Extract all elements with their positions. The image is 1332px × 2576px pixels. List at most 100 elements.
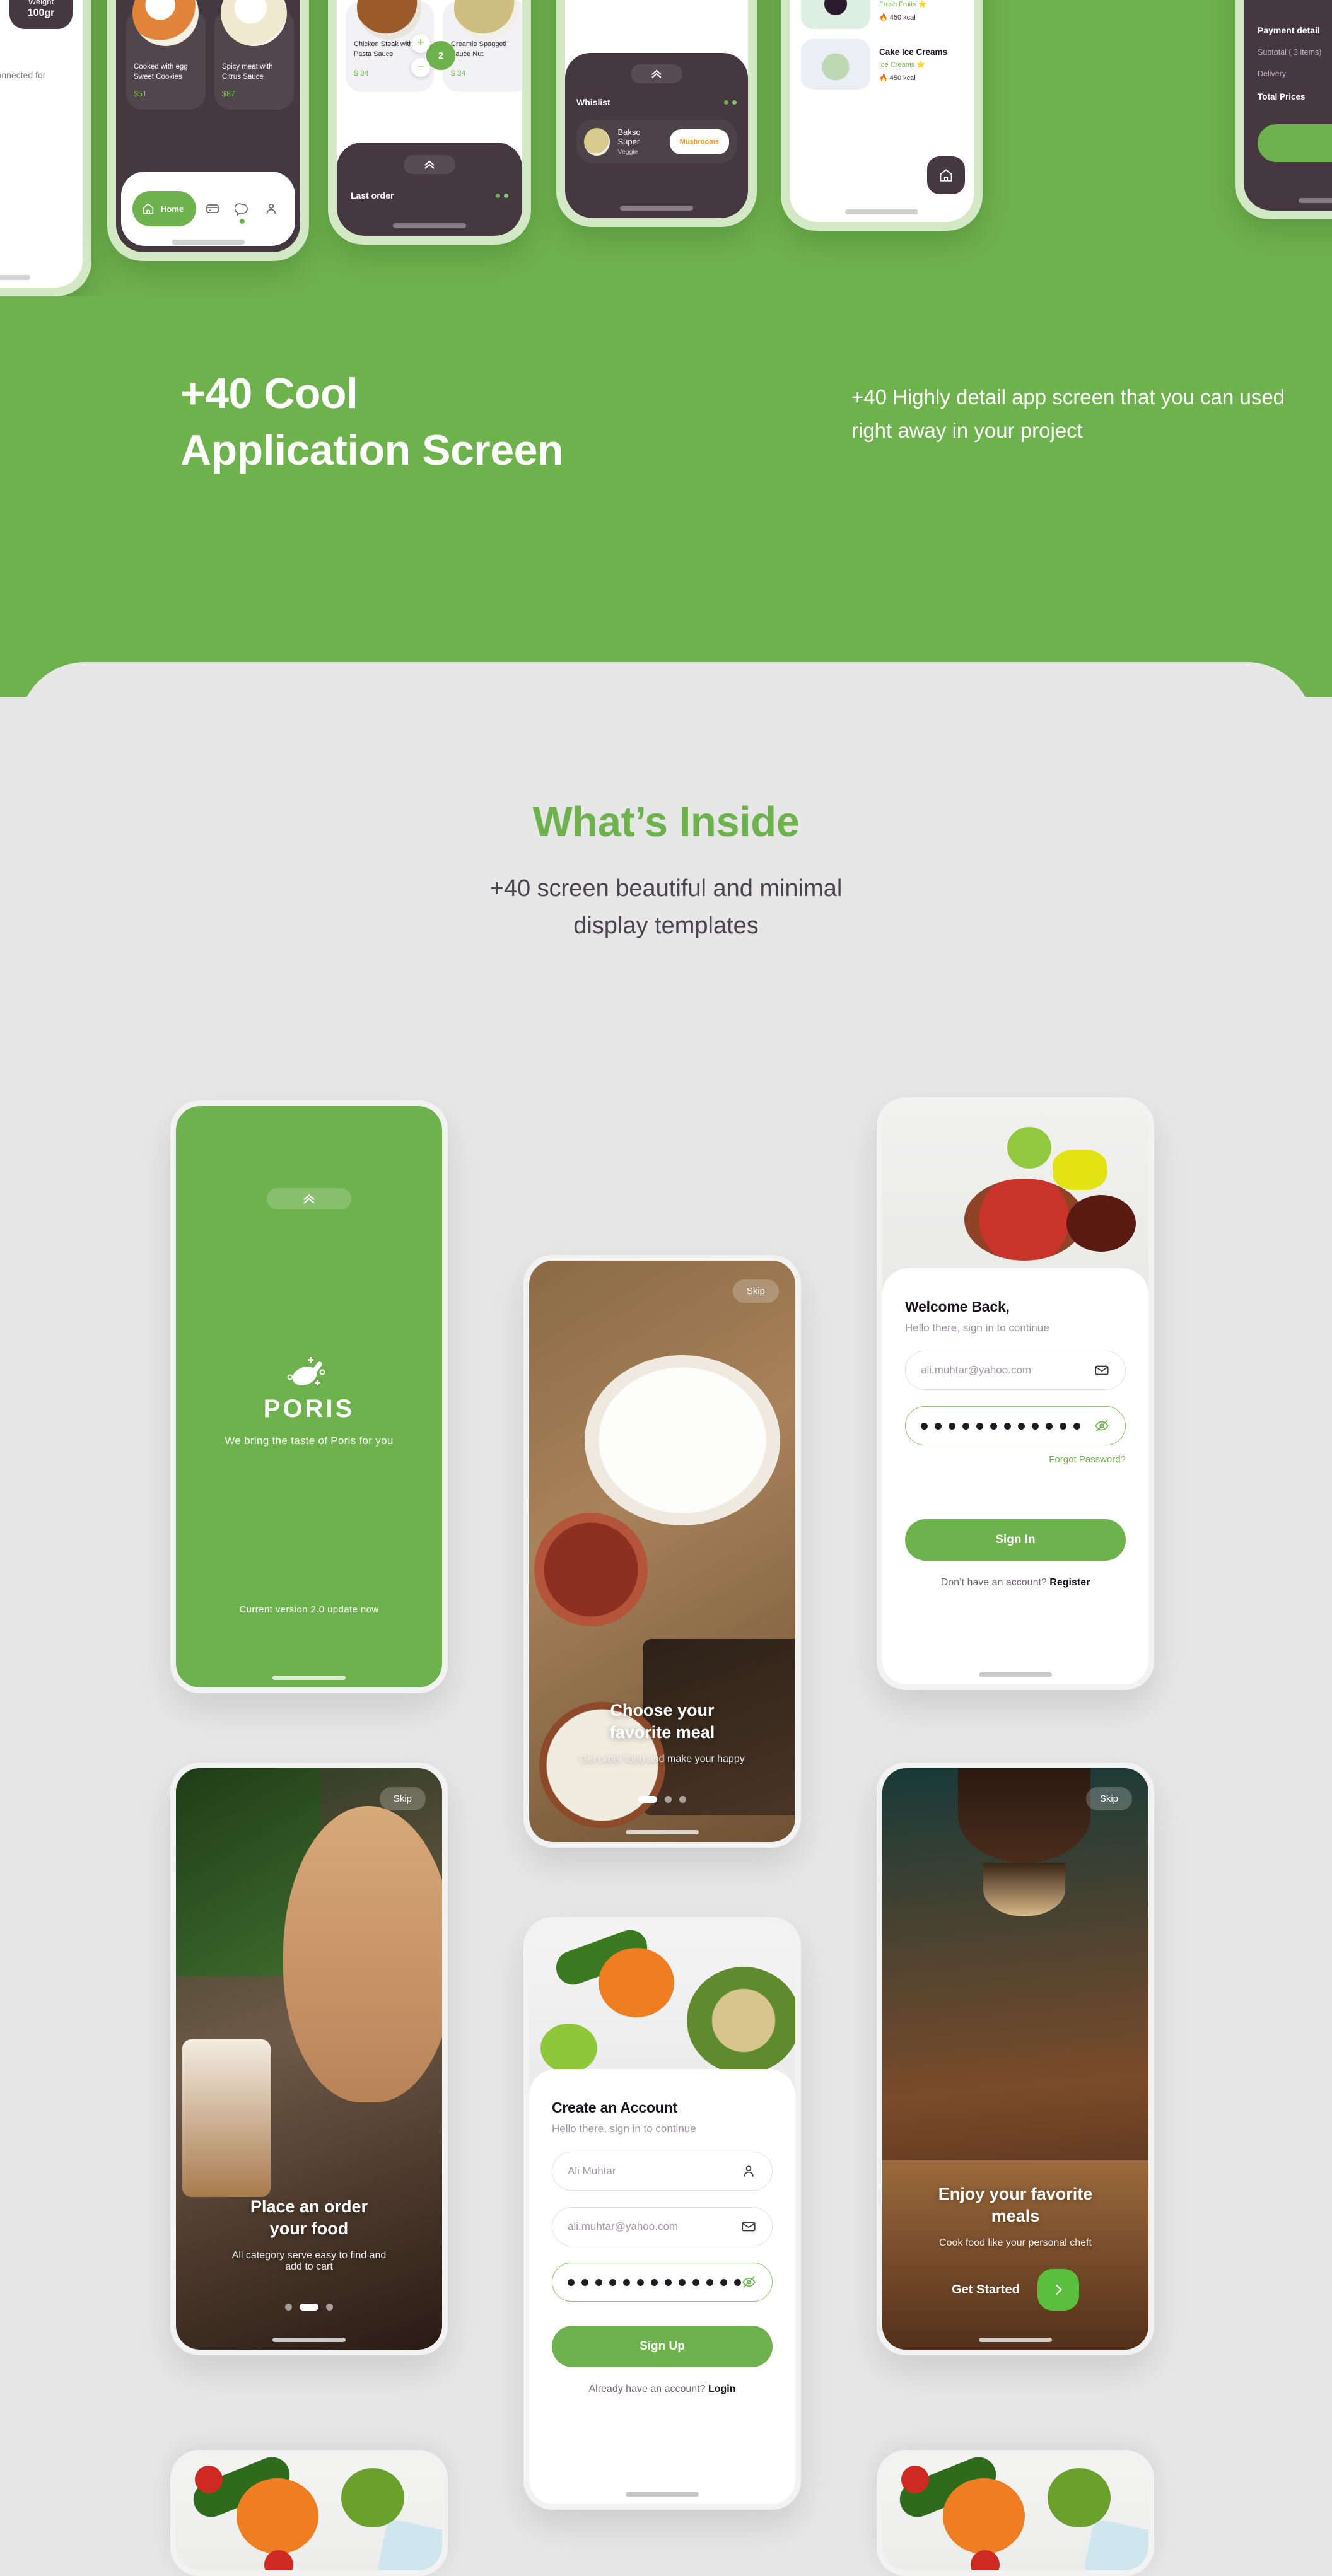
skip-button[interactable]: Skip	[379, 1787, 426, 1810]
bottom-navigation[interactable]: Home	[121, 172, 295, 246]
list-item[interactable]: Blackberry Sands Fresh Fruits ⭐ 🔥 450 kc…	[801, 0, 965, 29]
mail-icon	[1095, 1365, 1109, 1375]
item-name: Cake Ice Creams	[879, 47, 948, 57]
name-field[interactable]: Ali Muhtar	[552, 2152, 773, 2191]
onboarding-title-line-2: meals	[991, 2206, 1040, 2225]
screen-onboarding-enjoy-meals: Skip Enjoy your favorite meals Cook food…	[877, 1763, 1154, 2355]
get-started-row[interactable]: Get Started	[904, 2269, 1127, 2311]
food-card[interactable]: Spicy meat with Citrus Sauce $87	[214, 0, 294, 110]
mail-icon	[742, 2222, 756, 2232]
email-field[interactable]: ali.muhtar@yahoo.com	[552, 2207, 773, 2246]
onboarding-copy: Place an order your food All category se…	[197, 2196, 421, 2273]
page-dots	[724, 100, 737, 105]
header-photo	[882, 2456, 1148, 2570]
onboarding-title: Place an order your food	[197, 2196, 421, 2240]
pay-button[interactable]: P	[1258, 124, 1332, 162]
section-subtitle-line-1: +40 screen beautiful and minimal	[489, 875, 843, 902]
dish-image	[221, 0, 287, 46]
mockup-phone-whislist: Whislist Bakso Super Veggie Mushrooms	[556, 0, 757, 227]
subtotal-label: Subtotal ( 3 items)	[1258, 48, 1322, 57]
home-food-cards: Cooked with egg Sweet Cookies $51 Spicy …	[126, 0, 294, 110]
password-value	[568, 2278, 741, 2286]
chevron-right-icon[interactable]	[1037, 2269, 1079, 2311]
nav-home-label: Home	[161, 204, 184, 214]
onboarding-title-line-2: favorite meal	[609, 1722, 715, 1742]
item-thumbnail	[584, 127, 610, 156]
register-link[interactable]: Register	[1049, 1577, 1090, 1588]
payment-detail-sheet: Payment detail Subtotal ( 3 items) Deliv…	[1244, 0, 1332, 211]
name-value: Ali Muhtar	[568, 2165, 616, 2177]
eye-off-icon	[1095, 1419, 1109, 1432]
item-kcal: 🔥 450 kcal	[879, 74, 916, 82]
whislist-item[interactable]: Bakso Super Veggie Mushrooms	[576, 120, 737, 163]
sign-up-button[interactable]: Sign Up	[552, 2326, 773, 2367]
page-title: +40 Cool Application Screen	[180, 366, 563, 479]
stepper-value: 2	[426, 41, 455, 70]
food-name: Spicy meat with Citrus Sauce	[222, 63, 273, 81]
product-description: he cookied vegan y connected for	[0, 70, 46, 80]
stepper-increment-button[interactable]: +	[411, 34, 430, 53]
stepper-decrement-button[interactable]: −	[411, 58, 430, 77]
background-photo	[958, 1768, 1090, 1863]
password-field[interactable]	[905, 1406, 1126, 1445]
brand-tagline: We bring the taste of Poris for you	[225, 1435, 394, 1447]
mockup-phone-product-detail: 🔥 kkal 150 Weight 100gr he cookied vegan…	[0, 0, 91, 296]
background-photo	[182, 2039, 271, 2197]
sheet-title: Last order	[351, 190, 394, 201]
onboarding-dots[interactable]	[529, 1796, 795, 1803]
food-name: Creamie Spaggeti Sauce Nut	[451, 40, 507, 58]
onboarding-subtitle: Get order food and make your happy	[580, 1754, 745, 1764]
brand-logo: PORIS We bring the taste of Poris for yo…	[176, 1352, 442, 1447]
login-prompt-text: Already have an account?	[588, 2384, 708, 2394]
onboarding-subtitle: Cook food like your personal cheft	[939, 2237, 1092, 2248]
login-link[interactable]: Login	[708, 2384, 736, 2394]
register-prompt-text: Don’t have an account?	[940, 1577, 1050, 1588]
register-prompt[interactable]: Don’t have an account? Register	[905, 1577, 1126, 1588]
chevron-double-up-icon[interactable]	[267, 1188, 351, 1209]
person-icon	[744, 2165, 754, 2177]
nav-item-profile[interactable]	[259, 201, 284, 216]
item-tag[interactable]: Mushrooms	[669, 129, 729, 154]
food-price: $87	[222, 90, 235, 99]
food-price: $51	[134, 90, 147, 99]
dish-image	[454, 0, 518, 40]
onboarding-title: Choose your favorite meal	[551, 1699, 774, 1744]
home-fab-button[interactable]	[927, 156, 965, 194]
credit-card-icon	[206, 204, 219, 213]
email-field[interactable]: ali.muhtar@yahoo.com	[905, 1351, 1126, 1390]
food-price: $ 34	[451, 68, 466, 78]
nav-item-payment[interactable]	[200, 201, 225, 216]
page-subtitle: Hello there, sign in to continue	[552, 2123, 696, 2135]
login-prompt[interactable]: Already have an account? Login	[552, 2384, 773, 2395]
mockup-phone-payment: Nute Molas 🔥 23 Payment detail Subtotal …	[1235, 0, 1332, 219]
sign-in-button[interactable]: Sign In	[905, 1519, 1126, 1561]
hero-band: 🔥 kkal 150 Weight 100gr he cookied vegan…	[0, 0, 1332, 697]
item-thumbnail	[801, 0, 870, 29]
chevron-double-up-icon[interactable]	[631, 64, 682, 83]
sheet-title: Payment detail	[1258, 25, 1320, 35]
brand-name: PORIS	[263, 1395, 355, 1423]
last-order-sheet: Last order	[337, 143, 522, 236]
onboarding-subtitle-line-2: add to cart	[285, 2261, 333, 2272]
version-text: Current version 2.0 update now	[239, 1604, 379, 1615]
onboarding-subtitle-line-1: All category serve easy to find and	[231, 2250, 387, 2261]
password-field[interactable]	[552, 2263, 773, 2302]
nav-item-home[interactable]: Home	[132, 191, 197, 226]
chevron-double-up-icon[interactable]	[404, 155, 455, 174]
forgot-password-link[interactable]: Forgot Password?	[905, 1454, 1126, 1465]
list-item[interactable]: Cake Ice Creams Ice Creams ⭐ 🔥 450 kcal	[801, 39, 965, 90]
dish-image	[132, 0, 199, 46]
onboarding-dots[interactable]	[176, 2304, 442, 2311]
skip-button[interactable]: Skip	[1085, 1787, 1132, 1810]
screen-splash: PORIS We bring the taste of Poris for yo…	[170, 1100, 448, 1693]
onboarding-copy: Enjoy your favorite meals Cook food like…	[904, 2183, 1127, 2249]
quantity-stepper[interactable]: + − 2	[411, 34, 455, 77]
nav-item-chat[interactable]	[229, 201, 254, 224]
onboarding-subtitle: All category serve easy to find and add …	[197, 2250, 421, 2273]
food-card[interactable]: Cooked with egg Sweet Cookies $51	[126, 0, 206, 110]
page-title: Create an Account	[552, 2099, 677, 2116]
food-photo	[534, 1513, 648, 1626]
skip-button[interactable]: Skip	[732, 1279, 779, 1303]
onboarding-title: Enjoy your favorite meals	[904, 2183, 1127, 2227]
onboarding-title-line-1: Choose your	[610, 1700, 715, 1720]
